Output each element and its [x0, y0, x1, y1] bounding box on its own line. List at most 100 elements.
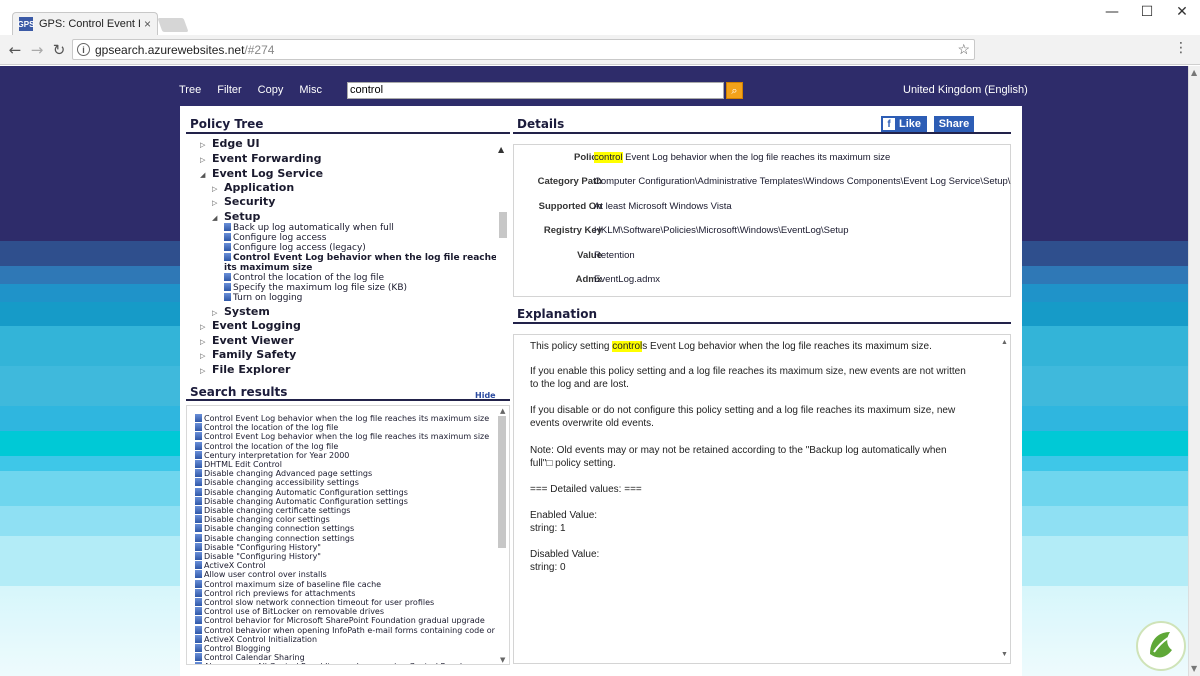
search-icon: ⌕: [731, 83, 738, 97]
tree-policy-item[interactable]: Control the location of the log file: [224, 273, 384, 283]
scroll-down-icon[interactable]: ▼: [1191, 664, 1197, 673]
share-button[interactable]: Share: [934, 116, 974, 132]
search-result-item[interactable]: Control Calendar Sharing: [195, 653, 305, 662]
collapse-arrow-icon[interactable]: ◢: [212, 214, 220, 222]
search-result-item[interactable]: Control the location of the log file: [195, 423, 338, 432]
policy-icon: [224, 253, 231, 261]
search-result-item[interactable]: Control rich previews for attachments: [195, 588, 355, 598]
explanation-line: string: 0: [530, 562, 566, 573]
tree-item[interactable]: ▷ File Explorer: [200, 363, 290, 376]
policy-icon: [195, 588, 202, 597]
tree-item[interactable]: ▷ Application: [212, 181, 294, 194]
expand-arrow-icon[interactable]: ▷: [200, 352, 208, 360]
tree-policy-item[interactable]: Configure log access: [224, 233, 326, 243]
expand-arrow-icon[interactable]: ▷: [212, 199, 220, 207]
page-scrollbar[interactable]: ▲ ▼: [1188, 66, 1200, 676]
search-result-item[interactable]: ActiveX Control: [195, 561, 266, 570]
tree-item[interactable]: ▷ Security: [212, 195, 275, 208]
search-result-item[interactable]: Disable changing color settings: [195, 515, 330, 524]
tree-item[interactable]: ▷ Event Logging: [200, 319, 301, 332]
search-result-item[interactable]: Disable changing connection settings: [195, 533, 354, 543]
scroll-up-icon[interactable]: ▲: [500, 407, 505, 415]
tree-policy-item[interactable]: Configure log access (legacy): [224, 243, 366, 253]
bookmark-star-icon[interactable]: ☆: [957, 41, 970, 58]
search-result-item[interactable]: Control slow network connection timeout …: [195, 598, 434, 607]
browser-menu-icon[interactable]: ⋮: [1174, 40, 1188, 56]
search-result-item[interactable]: Disable changing accessibility settings: [195, 478, 359, 487]
forward-icon[interactable]: →: [28, 41, 46, 59]
expand-arrow-icon[interactable]: ▷: [212, 185, 220, 193]
tree-item[interactable]: ▷ System: [212, 305, 270, 318]
tree-scrollbar[interactable]: ▲: [497, 145, 509, 381]
browser-tab[interactable]: GPS GPS: Control Event Log b ×: [12, 12, 158, 35]
scroll-up-icon[interactable]: ▲: [1191, 68, 1197, 77]
menu-misc[interactable]: Misc: [299, 84, 322, 96]
search-result-item[interactable]: Control maximum size of baseline file ca…: [195, 579, 381, 589]
tree-policy-item-selected[interactable]: Control Event Log behavior when the log …: [224, 253, 496, 263]
tree-item[interactable]: ◢ Setup: [212, 210, 260, 223]
search-result-item[interactable]: Always open All Control Panel Items when…: [195, 662, 462, 664]
search-result-label: Disable changing Automatic Configuration…: [204, 487, 408, 497]
tree-scroll-thumb[interactable]: [499, 212, 507, 238]
search-result-label: ActiveX Control Initialization: [204, 634, 318, 644]
search-result-item[interactable]: ActiveX Control Initialization: [195, 634, 318, 644]
search-result-item[interactable]: Control behavior when opening InfoPath e…: [195, 625, 495, 635]
search-result-item[interactable]: Allow user control over installs: [195, 570, 327, 579]
tree-policy-item[interactable]: Turn on logging: [224, 293, 302, 303]
info-icon[interactable]: i: [77, 43, 90, 56]
expand-arrow-icon[interactable]: ▷: [200, 156, 208, 164]
tree-item[interactable]: ◢ Event Log Service: [200, 167, 323, 180]
menu-copy[interactable]: Copy: [258, 84, 284, 96]
search-result-item[interactable]: Century interpretation for Year 2000: [195, 450, 349, 460]
scroll-up-icon[interactable]: ▲: [1001, 339, 1008, 346]
menu-filter[interactable]: Filter: [217, 84, 241, 96]
tree-item[interactable]: ▷ Edge UI: [200, 137, 260, 150]
tab-close-icon[interactable]: ×: [144, 17, 151, 31]
search-result-item[interactable]: Disable changing certificate settings: [195, 506, 350, 515]
search-result-item[interactable]: Control Event Log behavior when the log …: [195, 414, 489, 423]
search-result-item[interactable]: Control Event Log behavior when the log …: [195, 432, 489, 441]
expand-arrow-icon[interactable]: ▷: [200, 141, 208, 149]
facebook-like-button[interactable]: f Like: [881, 116, 927, 132]
search-result-item[interactable]: Control behavior for Microsoft SharePoin…: [195, 616, 485, 625]
language-selector[interactable]: United Kingdom (English): [903, 84, 1028, 96]
tree-policy-item[interactable]: Specify the maximum log file size (KB): [224, 283, 407, 293]
policy-tree-rule: [186, 132, 510, 134]
search-result-item[interactable]: Control use of BitLocker on removable dr…: [195, 607, 384, 616]
address-bar[interactable]: i gpsearch.azurewebsites.net /#274 ☆: [72, 39, 975, 60]
search-result-item[interactable]: Disable changing connection settings: [195, 524, 354, 533]
search-result-item[interactable]: DHTML Edit Control: [195, 460, 282, 469]
menu-tree[interactable]: Tree: [179, 84, 201, 96]
scroll-up-icon[interactable]: ▲: [498, 145, 504, 154]
search-result-label: Control Event Log behavior when the log …: [204, 432, 490, 442]
back-icon[interactable]: ←: [6, 41, 24, 59]
reload-icon[interactable]: ↻: [50, 41, 68, 59]
expand-arrow-icon[interactable]: ▷: [212, 309, 220, 317]
tree-item[interactable]: ▷ Family Safety: [200, 348, 296, 361]
expand-arrow-icon[interactable]: ▷: [200, 323, 208, 331]
scroll-down-icon[interactable]: ▼: [1001, 651, 1008, 658]
search-result-item[interactable]: Disable "Configuring History": [195, 552, 321, 561]
search-result-item[interactable]: Disable changing Automatic Configuration…: [195, 496, 408, 506]
search-result-item[interactable]: Disable "Configuring History": [195, 542, 321, 552]
expand-arrow-icon[interactable]: ▷: [200, 367, 208, 375]
search-button[interactable]: ⌕: [726, 82, 743, 99]
search-result-item[interactable]: Disable changing Automatic Configuration…: [195, 487, 408, 497]
minimize-button[interactable]: —: [1098, 4, 1126, 20]
scroll-down-icon[interactable]: ▼: [500, 656, 505, 664]
results-scroll-thumb[interactable]: [498, 416, 506, 548]
search-input[interactable]: control: [347, 82, 724, 99]
tree-policy-item[interactable]: Back up log automatically when full: [224, 223, 394, 233]
search-result-item[interactable]: Control Blogging: [195, 644, 271, 653]
search-result-item[interactable]: Control the location of the log file: [195, 441, 338, 451]
collapse-arrow-icon[interactable]: ◢: [200, 171, 208, 179]
explanation-text: This policy setting: [530, 341, 613, 352]
search-result-item[interactable]: Disable changing Advanced page settings: [195, 469, 372, 478]
detail-value: EventLog.admx: [594, 274, 661, 285]
new-tab-button[interactable]: [157, 18, 189, 32]
expand-arrow-icon[interactable]: ▷: [200, 338, 208, 346]
tree-item[interactable]: ▷ Event Forwarding: [200, 152, 321, 165]
close-window-button[interactable]: ✕: [1168, 4, 1196, 20]
maximize-button[interactable]: ☐: [1133, 4, 1161, 20]
tree-item[interactable]: ▷ Event Viewer: [200, 334, 294, 347]
